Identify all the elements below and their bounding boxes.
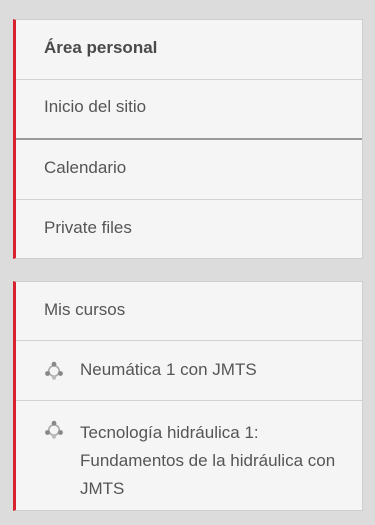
navigation-block: Área personal Inicio del sitio Calendari… (13, 19, 363, 259)
course-icon (44, 420, 64, 440)
course-label: Neumática 1 con JMTS (80, 360, 257, 379)
mis-cursos-label: Mis cursos (44, 300, 126, 319)
nav-item-label: Calendario (44, 158, 127, 177)
nav-item-label: Área personal (44, 38, 158, 57)
course-item-tecnologia-hidraulica[interactable]: Tecnología hidráulica 1: Fundamentos de … (16, 401, 362, 511)
nav-item-label: Private files (44, 218, 132, 237)
course-icon (44, 361, 64, 381)
nav-item-inicio-del-sitio[interactable]: Inicio del sitio (16, 80, 362, 140)
nav-item-label: Inicio del sitio (44, 97, 147, 116)
course-label: Tecnología hidráulica 1: Fundamentos de … (80, 423, 336, 498)
nav-item-calendario[interactable]: Calendario (16, 140, 362, 200)
courses-block: Mis cursos Neumática 1 con JMTS Tecnolog (13, 281, 363, 511)
nav-item-private-files[interactable]: Private files (16, 200, 362, 258)
nav-item-area-personal[interactable]: Área personal (16, 20, 362, 80)
mis-cursos-header[interactable]: Mis cursos (16, 282, 362, 341)
course-item-neumatica[interactable]: Neumática 1 con JMTS (16, 341, 362, 401)
